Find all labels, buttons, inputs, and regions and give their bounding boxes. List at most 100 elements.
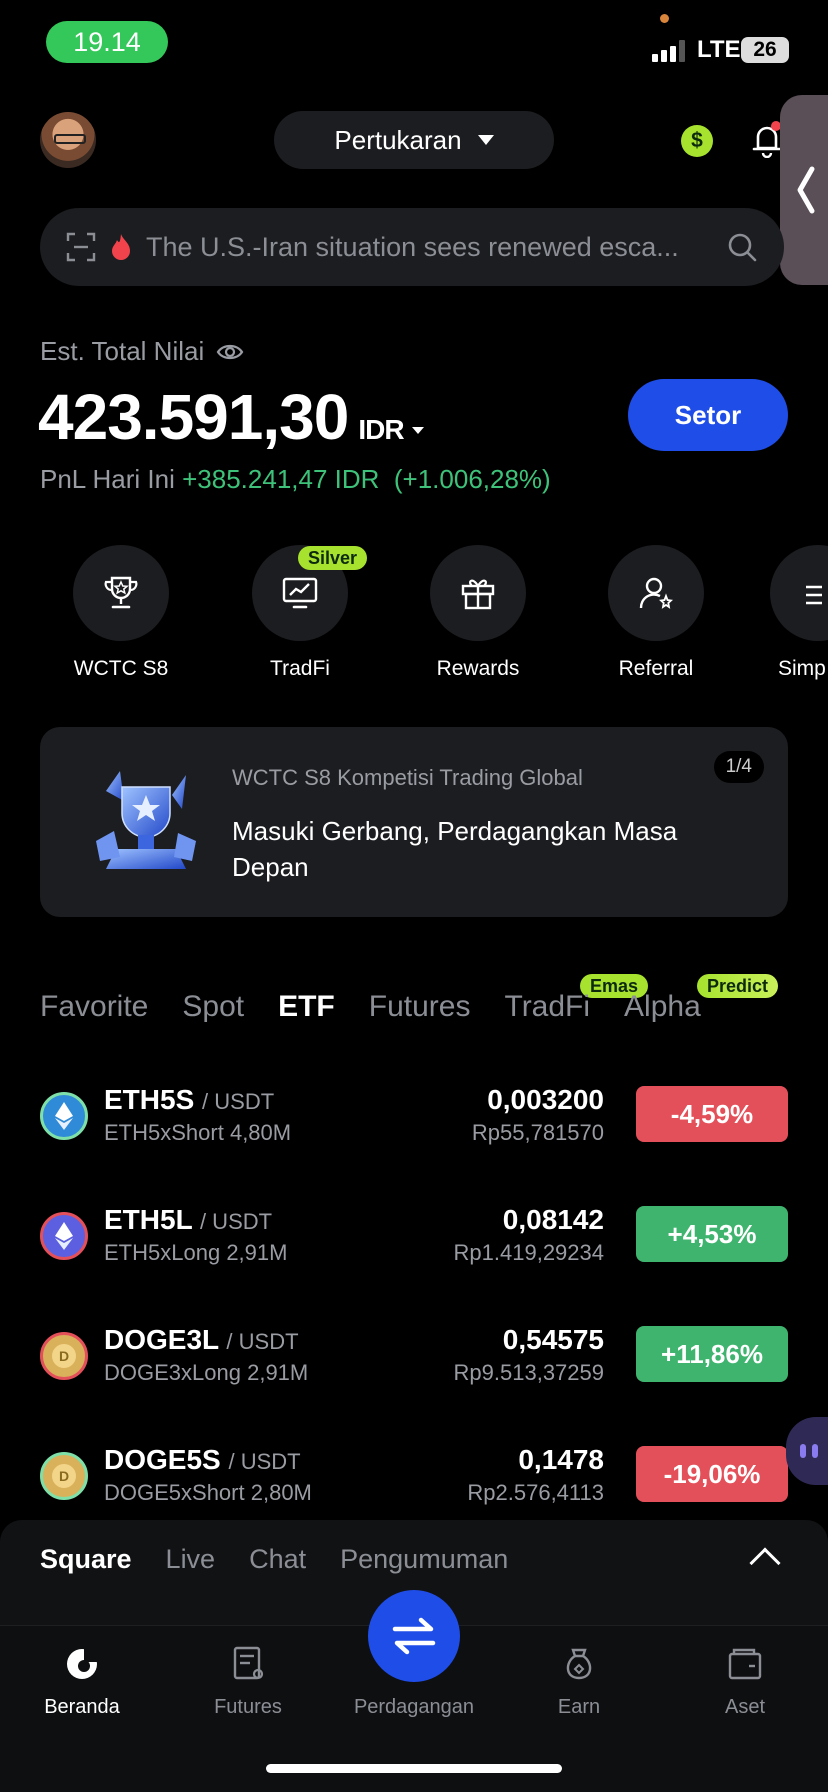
quick-action-label: WCTC S8 bbox=[73, 657, 169, 680]
market-name: DOGE3xLong 2,91M bbox=[104, 1360, 308, 1386]
name-text: DOGE3xLong bbox=[104, 1360, 241, 1385]
tab-spot[interactable]: Spot bbox=[182, 990, 244, 1024]
banner-subtitle: WCTC S8 Kompetisi Trading Global bbox=[232, 765, 583, 790]
nav-label: Beranda bbox=[44, 1696, 120, 1718]
scan-icon[interactable] bbox=[66, 232, 96, 262]
assistant-bot-icon[interactable] bbox=[786, 1417, 828, 1485]
coin-icon bbox=[40, 1092, 88, 1140]
tab-alpha[interactable]: Alpha bbox=[624, 990, 701, 1024]
search-icon[interactable] bbox=[726, 231, 758, 263]
coin-icon: D bbox=[40, 1332, 88, 1380]
pair-text: / USDT bbox=[226, 1329, 299, 1354]
pnl-value: +385.241,47 IDR bbox=[182, 464, 380, 494]
market-symbol: ETH5L / USDT bbox=[104, 1204, 272, 1236]
simple-earn-icon bbox=[806, 585, 822, 605]
social-tabs: Square Live Chat Pengumuman bbox=[40, 1544, 542, 1575]
gift-icon bbox=[461, 579, 495, 610]
banner-pager: 1/4 bbox=[713, 751, 764, 783]
quick-action-label: Simp bbox=[778, 657, 826, 680]
market-row[interactable]: D DOGE5S / USDT DOGE5xShort 2,80M 0,1478… bbox=[40, 1444, 788, 1506]
tab-tradfi[interactable]: TradFi bbox=[504, 990, 590, 1024]
quick-action-wctc[interactable]: WCTC S8 bbox=[56, 545, 186, 681]
side-drawer-handle[interactable] bbox=[780, 95, 828, 285]
quick-action-simple-earn[interactable]: Simp bbox=[770, 545, 828, 681]
promo-banner[interactable]: WCTC S8 Kompetisi Trading Global Masuki … bbox=[40, 727, 788, 917]
market-price: 0,54575 bbox=[502, 1324, 604, 1355]
futures-icon bbox=[233, 1646, 264, 1680]
tab-square[interactable]: Square bbox=[40, 1544, 132, 1575]
search-bar[interactable]: The U.S.-Iran situation sees renewed esc… bbox=[40, 208, 784, 286]
market-row[interactable]: D DOGE3L / USDT DOGE3xLong 2,91M 0,54575… bbox=[40, 1324, 788, 1386]
tab-live[interactable]: Live bbox=[166, 1544, 216, 1575]
nav-label: Aset bbox=[724, 1696, 766, 1718]
quick-action-rewards[interactable]: Rewards bbox=[413, 545, 543, 681]
trophy-illustration-icon bbox=[96, 771, 196, 869]
home-indicator[interactable] bbox=[266, 1764, 562, 1773]
symbol-text: ETH5L bbox=[104, 1204, 193, 1235]
status-time: 19.14 bbox=[46, 21, 168, 63]
market-price: 0,08142 bbox=[502, 1204, 604, 1235]
trophy-icon bbox=[104, 576, 138, 609]
tab-etf[interactable]: ETF bbox=[278, 990, 335, 1024]
tab-pengumuman[interactable]: Pengumuman bbox=[340, 1544, 508, 1575]
nav-earn[interactable]: Earn bbox=[514, 1644, 644, 1719]
volume-text: 2,80M bbox=[250, 1480, 312, 1505]
symbol-text: DOGE3L bbox=[104, 1324, 219, 1355]
change-badge[interactable]: +11,86% bbox=[636, 1326, 788, 1382]
market-name: DOGE5xShort 2,80M bbox=[104, 1480, 312, 1506]
quick-action-label: Referral bbox=[618, 657, 694, 680]
volume-text: 2,91M bbox=[247, 1360, 309, 1385]
chevron-left-icon bbox=[797, 166, 815, 214]
name-text: DOGE5xShort bbox=[104, 1480, 245, 1505]
tab-futures[interactable]: Futures bbox=[369, 990, 471, 1024]
chevron-up-icon[interactable] bbox=[749, 1547, 781, 1579]
eye-icon[interactable] bbox=[216, 342, 244, 362]
balance-value: 423.591,30 bbox=[38, 381, 349, 453]
volume-text: 2,91M bbox=[226, 1240, 288, 1265]
nav-beranda[interactable]: Beranda bbox=[17, 1644, 147, 1719]
swap-arrows-icon bbox=[392, 1617, 436, 1655]
nav-aset[interactable]: Aset bbox=[680, 1644, 810, 1719]
dollar-icon[interactable]: $ bbox=[681, 125, 713, 157]
home-icon bbox=[67, 1648, 100, 1679]
ethereum-icon bbox=[55, 1102, 73, 1130]
symbol-text: DOGE5S bbox=[104, 1444, 221, 1475]
total-balance: 423.591,30 IDR bbox=[38, 380, 424, 454]
tab-chat[interactable]: Chat bbox=[249, 1544, 306, 1575]
wallet-icon bbox=[728, 1648, 762, 1680]
change-badge[interactable]: +4,53% bbox=[636, 1206, 788, 1262]
quick-action-label: TradFi bbox=[270, 657, 330, 680]
currency-selector[interactable]: IDR bbox=[358, 414, 424, 446]
market-price: 0,1478 bbox=[518, 1444, 604, 1475]
change-badge[interactable]: -4,59% bbox=[636, 1086, 788, 1142]
avatar[interactable] bbox=[40, 112, 96, 168]
signal-icon bbox=[652, 38, 685, 62]
market-fiat-price: Rp55,781570 bbox=[471, 1120, 604, 1145]
search-input[interactable]: The U.S.-Iran situation sees renewed esc… bbox=[146, 232, 712, 263]
exchange-selector[interactable]: Pertukaran bbox=[274, 111, 554, 169]
market-fiat-price: Rp2.576,4113 bbox=[467, 1480, 604, 1505]
network-type: LTE bbox=[697, 36, 741, 63]
battery-icon: 26 bbox=[741, 37, 789, 63]
deposit-button[interactable]: Setor bbox=[628, 379, 788, 451]
balance-label-text: Est. Total Nilai bbox=[40, 336, 205, 366]
market-row[interactable]: ETH5S / USDT ETH5xShort 4,80M 0,003200 R… bbox=[40, 1084, 788, 1145]
quick-action-label: Rewards bbox=[436, 657, 520, 680]
privacy-dot bbox=[660, 14, 669, 23]
tab-favorite[interactable]: Favorite bbox=[40, 990, 148, 1024]
fire-icon bbox=[112, 234, 130, 260]
quick-action-referral[interactable]: Referral bbox=[591, 545, 721, 681]
market-tabs: Favorite Spot ETF Futures TradFi Alpha bbox=[40, 990, 735, 1024]
svg-text:D: D bbox=[59, 1468, 69, 1484]
earn-icon bbox=[566, 1648, 592, 1680]
trade-button[interactable] bbox=[368, 1590, 460, 1682]
change-badge[interactable]: -19,06% bbox=[636, 1446, 788, 1502]
chart-screen-icon bbox=[282, 577, 318, 609]
balance-label: Est. Total Nilai bbox=[40, 336, 244, 367]
caret-down-icon bbox=[477, 135, 494, 145]
user-plus-icon bbox=[639, 577, 673, 609]
pair-text: / USDT bbox=[202, 1089, 275, 1114]
market-row[interactable]: ETH5L / USDT ETH5xLong 2,91M 0,08142 Rp1… bbox=[40, 1204, 788, 1265]
coin-icon: D bbox=[40, 1452, 88, 1500]
nav-futures[interactable]: Futures bbox=[183, 1644, 313, 1719]
